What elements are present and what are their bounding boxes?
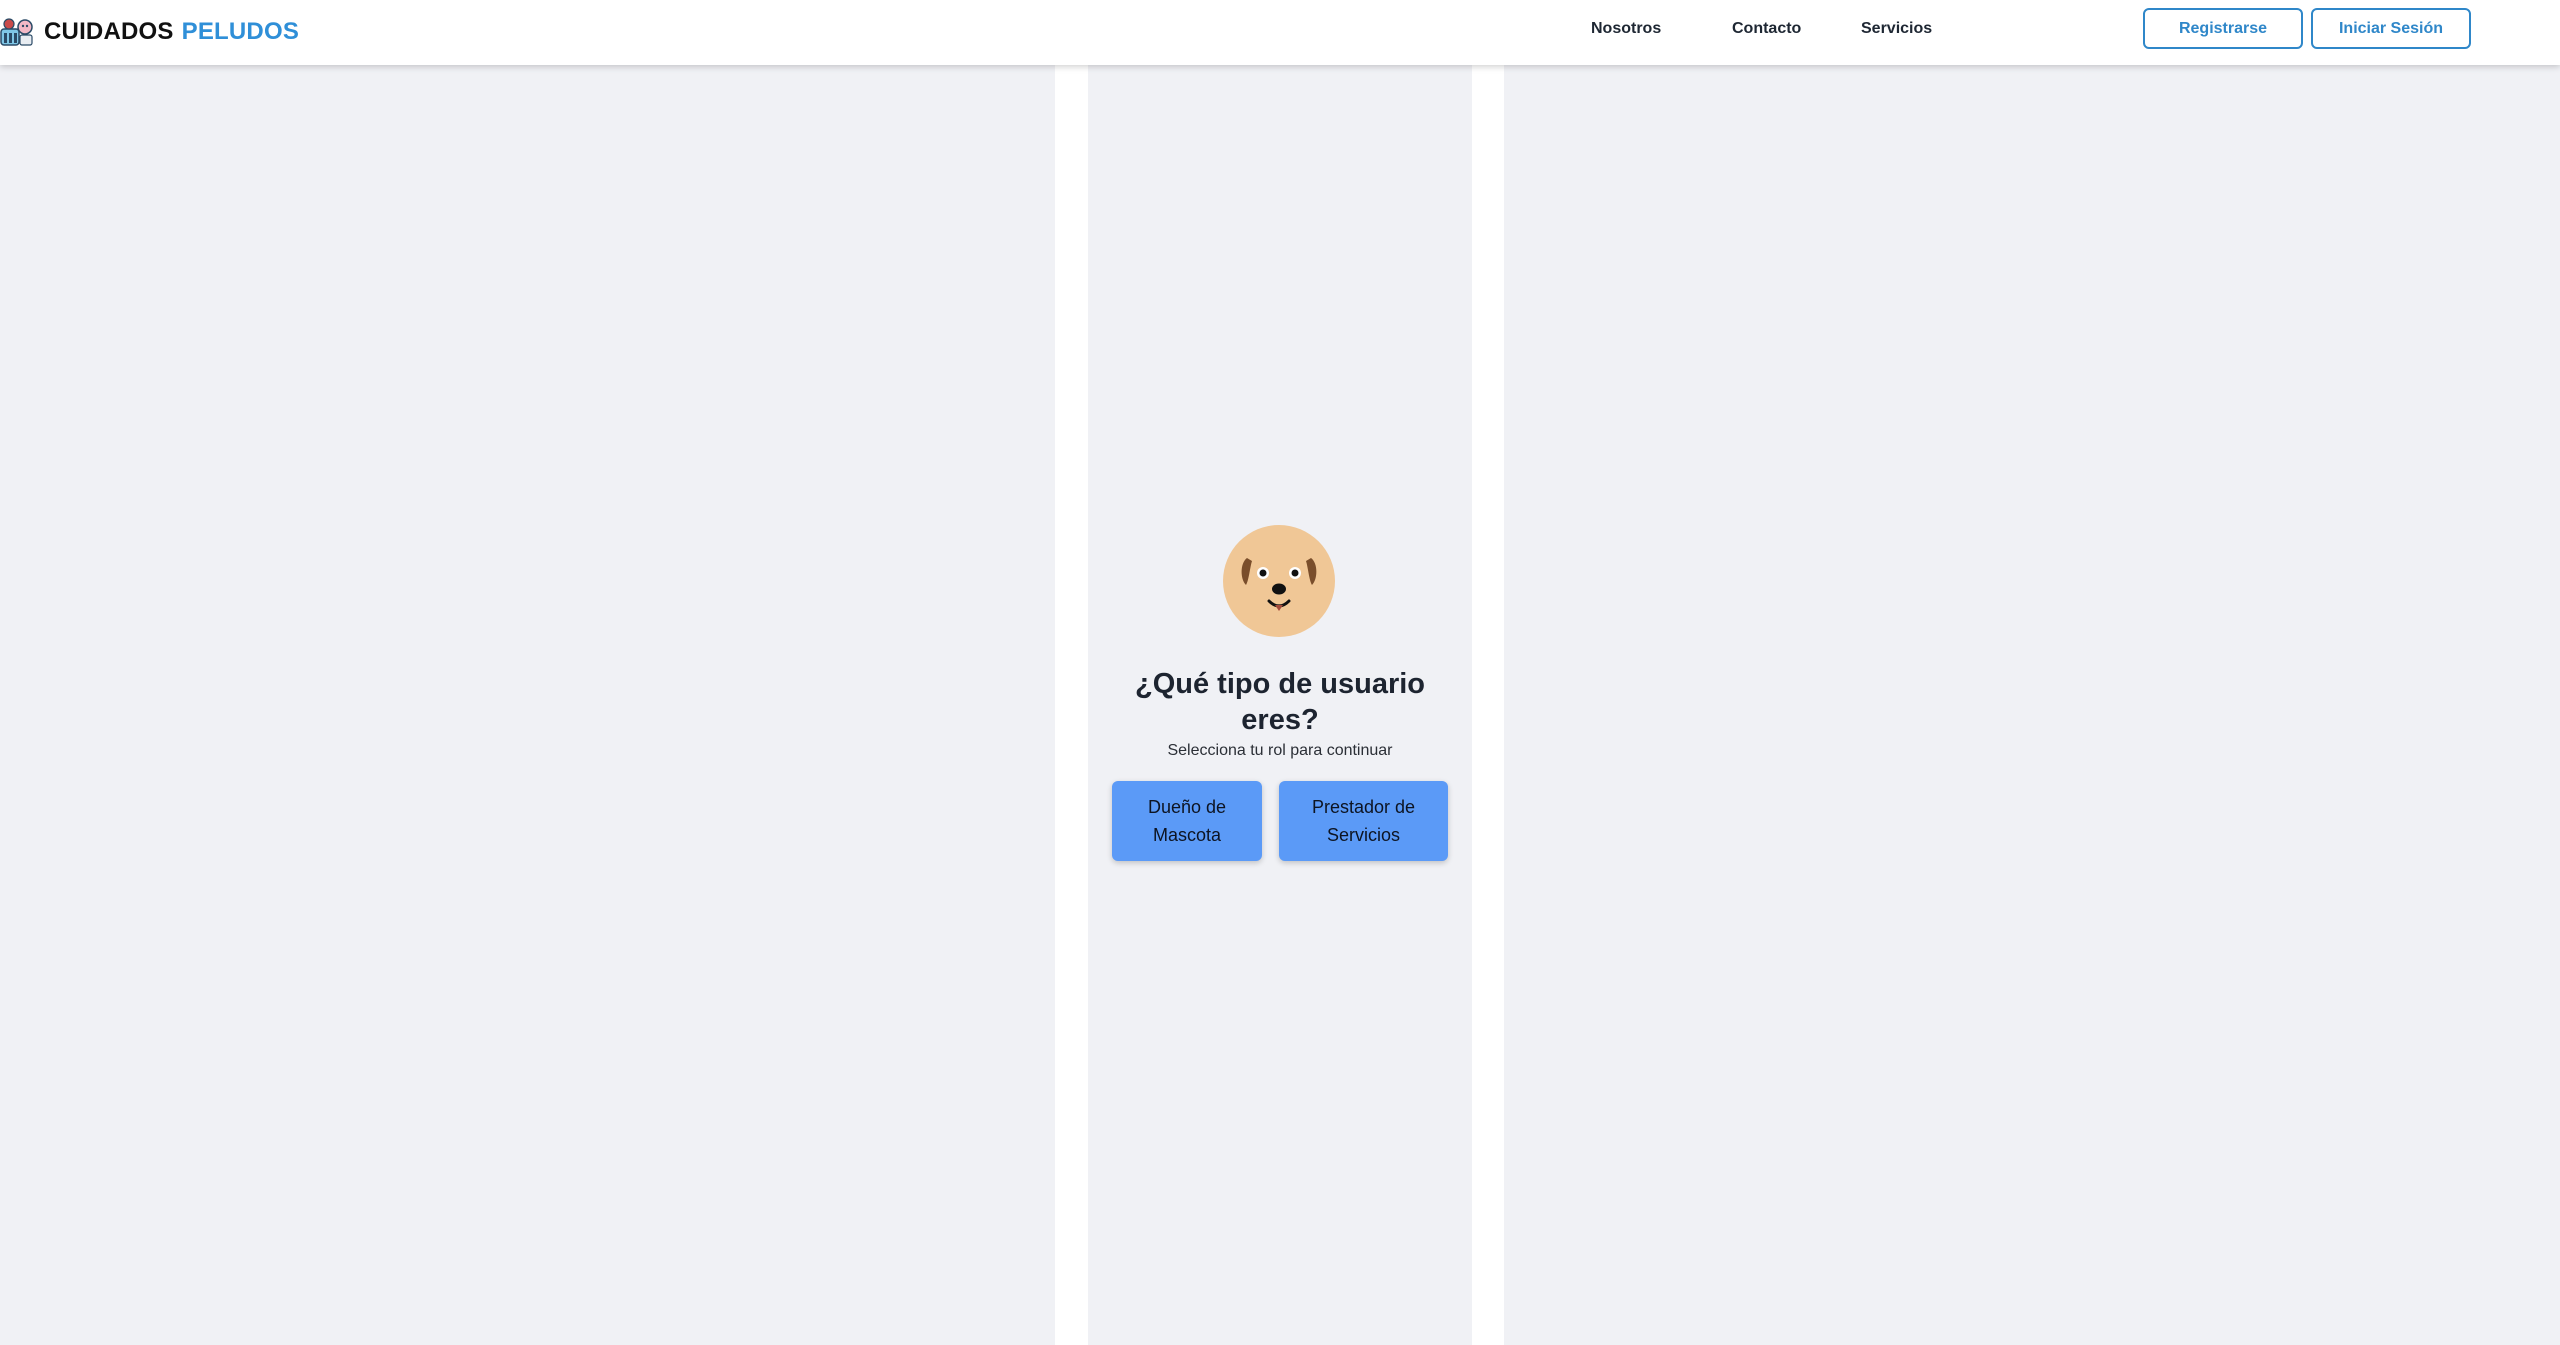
top-navbar: CUIDADOS PELUDOS Nosotros Contacto Servic…	[0, 0, 2560, 65]
left-column-border	[1055, 65, 1088, 1345]
role-selection-panel: ¿Qué tipo de usuario eres? Selecciona tu…	[1088, 65, 1472, 1345]
pets-logo-icon	[0, 18, 33, 46]
right-column-border	[1472, 65, 1504, 1345]
brand[interactable]: CUIDADOS PELUDOS	[0, 14, 299, 50]
role-question-subtitle: Selecciona tu rol para continuar	[1167, 742, 1393, 759]
dog-face-icon	[1223, 525, 1335, 637]
nav-link-servicios[interactable]: Servicios	[1861, 18, 1932, 40]
nav-link-nosotros[interactable]: Nosotros	[1591, 18, 1661, 40]
register-button[interactable]: Registrarse	[2143, 8, 2303, 49]
pet-owner-role-button[interactable]: Dueño de Mascota	[1112, 781, 1262, 861]
brand-name-part2: PELUDOS	[181, 18, 300, 45]
login-button[interactable]: Iniciar Sesión	[2311, 8, 2471, 49]
role-question-title: ¿Qué tipo de usuario eres?	[1134, 668, 1425, 736]
brand-name-part1: CUIDADOS	[44, 18, 174, 45]
brand-name: CUIDADOS PELUDOS	[44, 18, 299, 46]
service-provider-role-button[interactable]: Prestador de Servicios	[1279, 781, 1448, 861]
nav-link-contacto[interactable]: Contacto	[1732, 18, 1801, 40]
